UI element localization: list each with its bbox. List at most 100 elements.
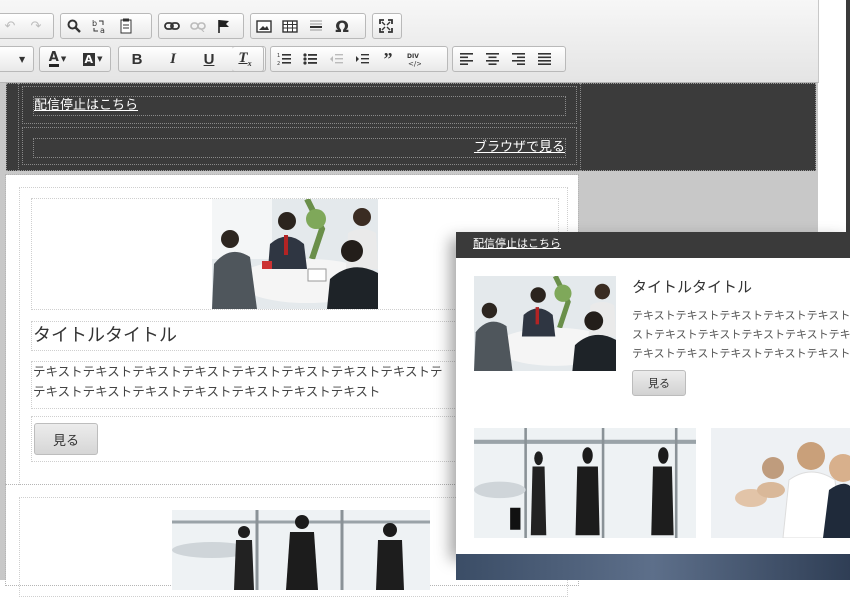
justify-button[interactable] (531, 47, 557, 71)
numbered-list-icon: 12 (277, 53, 291, 66)
preview-applause-photo (711, 428, 850, 538)
special-char-button[interactable]: Ω (329, 14, 355, 38)
unsubscribe-link[interactable]: 配信停止はこちら (34, 98, 138, 113)
unlink-icon (190, 22, 206, 32)
omega-icon: Ω (335, 16, 349, 36)
text-color-icon: A (48, 49, 59, 67)
redo-icon: ↷ (30, 18, 42, 34)
browser-view-link[interactable]: ブラウザで見る (474, 140, 565, 155)
airport-photo[interactable] (172, 510, 430, 590)
preview-bottom-banner (456, 554, 850, 580)
align-right-icon (511, 53, 525, 65)
link-button[interactable] (159, 14, 185, 38)
quote-icon: ” (383, 48, 393, 69)
preview-airport-photo (474, 428, 696, 538)
bold-icon: B (131, 50, 143, 68)
svg-text:2: 2 (277, 61, 280, 66)
preview-meeting-photo (474, 276, 616, 371)
email-preview-panel: 配信停止はこちら タイトルタイトル テキストテキストテキストテキストテキスト ス… (456, 232, 850, 554)
preview-header: 配信停止はこちら (456, 232, 850, 258)
outdent-icon (330, 54, 343, 64)
numbered-list-button[interactable]: 12 (271, 47, 297, 71)
search-group: ba (60, 13, 152, 39)
align-center-button[interactable] (479, 47, 505, 71)
bulleted-list-icon (303, 53, 317, 65)
italic-icon: I (170, 50, 176, 67)
color-group: A ▼ A ▼ (39, 46, 111, 72)
remove-format-icon: Tx (238, 50, 252, 68)
preview-body: テキストテキストテキストテキストテキスト ストテキストテキストテキストテキストテ… (632, 306, 850, 363)
anchor-button[interactable] (211, 14, 237, 38)
maximize-icon (379, 19, 393, 33)
window-edge (846, 0, 850, 240)
browser-view-cell[interactable]: ブラウザで見る (22, 127, 577, 165)
underline-icon: U (203, 50, 215, 68)
header-right-divider (580, 83, 582, 171)
dropdown-arrow-icon: ▼ (19, 54, 26, 64)
unlink-button[interactable] (185, 14, 211, 38)
align-left-button[interactable] (453, 47, 479, 71)
style-combo[interactable]: ▼ (0, 46, 34, 72)
image-button[interactable] (251, 14, 277, 38)
svg-text:a: a (100, 26, 105, 34)
preview-text-line1: テキストテキストテキストテキストテキスト (632, 309, 850, 322)
blockquote-button[interactable]: ” (375, 47, 401, 71)
history-group: ↶ ↷ (0, 13, 54, 39)
table-icon (282, 19, 298, 33)
bulleted-list-button[interactable] (297, 47, 323, 71)
svg-text:b: b (92, 19, 97, 28)
replace-button[interactable]: ba (87, 14, 113, 38)
div-icon: DIV</> (407, 53, 421, 67)
insert-group: Ω (250, 13, 366, 39)
indent-button[interactable] (349, 47, 375, 71)
search-icon (67, 19, 81, 33)
align-right-button[interactable] (505, 47, 531, 71)
preview-meeting-illustration (474, 276, 616, 371)
undo-button[interactable]: ↶ (0, 14, 23, 38)
undo-icon: ↶ (4, 18, 16, 34)
paragraph-group: 12 ” DIV </> (270, 46, 448, 72)
italic-button[interactable]: I (155, 47, 191, 71)
paste-from-word-button[interactable] (113, 14, 139, 38)
see-button[interactable]: 見る (34, 423, 98, 455)
outdent-button[interactable] (323, 47, 349, 71)
email-header-block[interactable]: 配信停止はこちら ブラウザで見る (6, 83, 816, 171)
preview-applause-illustration (711, 428, 850, 538)
horizontal-rule-button[interactable] (303, 14, 329, 38)
view-group (372, 13, 402, 39)
align-justify-icon (537, 53, 551, 65)
redo-button[interactable]: ↷ (23, 14, 49, 38)
paste-icon (120, 18, 132, 34)
preview-text-line2: ストテキストテキストテキストテキストテキス (632, 328, 850, 341)
bg-color-button[interactable]: A ▼ (75, 47, 110, 71)
preview-see-button[interactable]: 見る (632, 370, 686, 396)
replace-icon: ba (92, 19, 105, 34)
svg-text:1: 1 (277, 53, 280, 59)
table-button[interactable] (277, 14, 303, 38)
svg-text:</>: </> (408, 60, 421, 67)
underline-button[interactable]: U (191, 47, 227, 71)
preview-unsubscribe-link[interactable]: 配信停止はこちら (473, 237, 561, 250)
maximize-button[interactable] (373, 14, 399, 38)
div-button[interactable]: DIV </> (401, 47, 427, 71)
browser-view-inner: ブラウザで見る (33, 138, 566, 158)
unsubscribe-inner: 配信停止はこちら (33, 96, 566, 116)
preview-title: タイトルタイトル (632, 278, 753, 296)
align-center-icon (485, 53, 499, 65)
indent-icon (356, 54, 369, 64)
cleanup-group: Tx (232, 46, 264, 72)
bold-button[interactable]: B (119, 47, 155, 71)
image-icon (256, 19, 272, 33)
remove-format-button[interactable]: Tx (232, 47, 258, 71)
unsubscribe-cell[interactable]: 配信停止はこちら (22, 86, 577, 124)
text-color-button[interactable]: A ▼ (40, 47, 75, 71)
preview-airport-illustration (474, 428, 696, 538)
meeting-photo-illustration (212, 199, 378, 309)
preview-text-line3: テキストテキストテキストテキストテキスト (632, 347, 850, 360)
meeting-photo[interactable] (212, 199, 378, 309)
header-left-strip (6, 83, 19, 171)
link-icon (164, 22, 180, 30)
link-group (158, 13, 244, 39)
editor-toolbar: ↶ ↷ ba Ω ▼ A ▼ A ▼ B I U Tx 1 2 ” DIV </… (0, 0, 819, 83)
find-button[interactable] (61, 14, 87, 38)
